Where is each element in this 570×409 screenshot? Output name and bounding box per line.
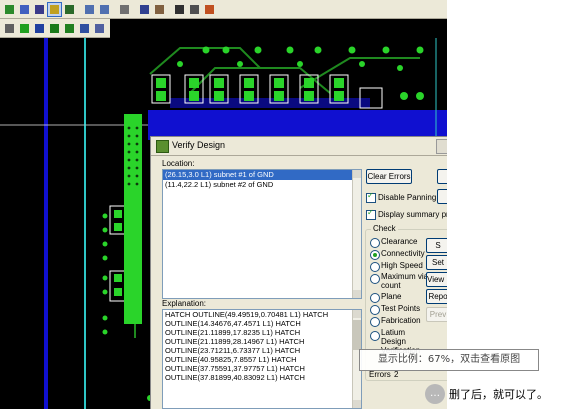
pcb-application: Verify Design Location: (26.15,3.0 L1) s… — [0, 0, 447, 409]
display-summary-checkbox[interactable] — [366, 208, 376, 220]
print-icon[interactable] — [2, 21, 17, 36]
location-item[interactable]: (26.15,3.0 L1) subnet #1 of GND — [163, 170, 361, 180]
verify-design-icon — [156, 140, 169, 153]
grid-icon[interactable] — [17, 2, 32, 17]
board-icon[interactable] — [2, 2, 17, 17]
post-caption: 删了后，就可以了。 — [449, 388, 548, 401]
pen-icon[interactable] — [152, 2, 167, 17]
check-option-label: Latium — [381, 328, 406, 337]
check-radio-test-points[interactable] — [370, 305, 380, 315]
zoom-ratio-note[interactable]: 显示比例：67%，双击查看原图 — [359, 349, 539, 371]
check-radio-fabrication[interactable] — [370, 317, 380, 327]
select-icon[interactable] — [172, 2, 187, 17]
hatch-icon[interactable] — [77, 21, 92, 36]
check-option-label: Fabrication — [381, 316, 421, 325]
component-icon[interactable] — [62, 2, 77, 17]
report-button[interactable]: Repo — [426, 289, 447, 304]
more-options-icon[interactable]: … — [425, 384, 445, 404]
explanation-box[interactable]: HATCH OUTLINE(49.49519,0.70481 L1) HATCH… — [162, 309, 362, 409]
errors-count: 2 — [394, 370, 399, 379]
start-button[interactable]: S — [426, 238, 447, 253]
dialog-title-bar[interactable]: Verify Design — [151, 137, 447, 156]
help-button[interactable] — [437, 189, 447, 204]
scroll-up-arrow-icon[interactable] — [353, 170, 361, 178]
setup-button[interactable]: Set — [426, 255, 447, 270]
close-icon[interactable] — [436, 139, 447, 154]
part-icon[interactable] — [47, 21, 62, 36]
report-icon[interactable] — [202, 2, 217, 17]
net-icon[interactable] — [32, 21, 47, 36]
align-icon[interactable] — [92, 21, 107, 36]
zoom-icon[interactable] — [117, 2, 132, 17]
view-report-button[interactable]: View R — [426, 272, 447, 287]
check-option-label: High Speed — [381, 261, 423, 270]
check-option-label: Maximum via — [381, 272, 429, 281]
explanation-line: OUTLINE(37.75591,37.97757 L1) HATCH — [165, 364, 305, 373]
check-option-label-2: Design — [381, 337, 406, 346]
check-option-label: Plane — [381, 292, 402, 301]
check-group-label: Check — [371, 224, 398, 233]
close-button[interactable] — [437, 169, 447, 184]
check-radio-plane[interactable] — [370, 293, 380, 303]
location-list[interactable]: (26.15,3.0 L1) subnet #1 of GND (11.4,22… — [162, 169, 362, 299]
undo-icon[interactable] — [82, 2, 97, 17]
copper-icon[interactable] — [62, 21, 77, 36]
check-option-label: Clearance — [381, 237, 418, 246]
scroll-thumb[interactable] — [353, 320, 361, 350]
layers-icon[interactable] — [32, 2, 47, 17]
clear-errors-button[interactable]: Clear Errors — [366, 169, 412, 184]
location-label: Location: — [162, 159, 195, 168]
check-radio-connectivity[interactable] — [370, 250, 380, 260]
previous-button[interactable]: Prev — [426, 307, 447, 322]
check-radio-maximum-via[interactable] — [370, 274, 380, 284]
scroll-down-arrow-icon[interactable] — [353, 400, 361, 408]
check-radio-latium[interactable] — [370, 331, 380, 341]
drc-icon[interactable] — [17, 21, 32, 36]
check-option-label: Connectivity — [381, 249, 425, 258]
scroll-down-arrow-icon[interactable] — [353, 290, 361, 298]
display-summary-label: Display summary promp — [378, 210, 447, 219]
explanation-line: OUTLINE(40.95825,7.8557 L1) HATCH — [165, 355, 297, 364]
disable-panning-label: Disable Panning — [378, 193, 437, 202]
explanation-line: OUTLINE(37.81899,40.83092 L1) HATCH — [165, 373, 305, 382]
redo-icon[interactable] — [97, 2, 112, 17]
disable-panning-checkbox[interactable] — [366, 191, 376, 203]
explanation-line: OUTLINE(21.11899,28.14967 L1) HATCH — [165, 337, 305, 346]
location-scrollbar[interactable] — [352, 170, 361, 298]
dialog-title: Verify Design — [172, 140, 226, 150]
explanation-line: OUTLINE(14.34676,47.4571 L1) HATCH — [165, 319, 301, 328]
location-item[interactable]: (11.4,22.2 L1) subnet #2 of GND — [163, 180, 361, 190]
main-toolbar — [0, 0, 447, 19]
filter-icon[interactable] — [137, 2, 152, 17]
check-option-label: Test Points — [381, 304, 421, 313]
scroll-up-arrow-icon[interactable] — [353, 310, 361, 318]
route-tool-icon[interactable] — [47, 2, 62, 17]
explanation-label: Explanation: — [162, 299, 207, 308]
check-option-label-2: count — [381, 281, 401, 290]
check-radio-high-speed[interactable] — [370, 262, 380, 272]
errors-label: Errors — [369, 370, 391, 379]
explanation-line: OUTLINE(21.11899,17.8235 L1) HATCH — [165, 328, 301, 337]
secondary-toolbar — [0, 19, 110, 38]
explanation-line: OUTLINE(23.71211,6.73377 L1) HATCH — [165, 346, 301, 355]
measure-icon[interactable] — [187, 2, 202, 17]
explanation-line: HATCH OUTLINE(49.49519,0.70481 L1) HATCH — [165, 310, 329, 319]
check-radio-clearance[interactable] — [370, 238, 380, 248]
